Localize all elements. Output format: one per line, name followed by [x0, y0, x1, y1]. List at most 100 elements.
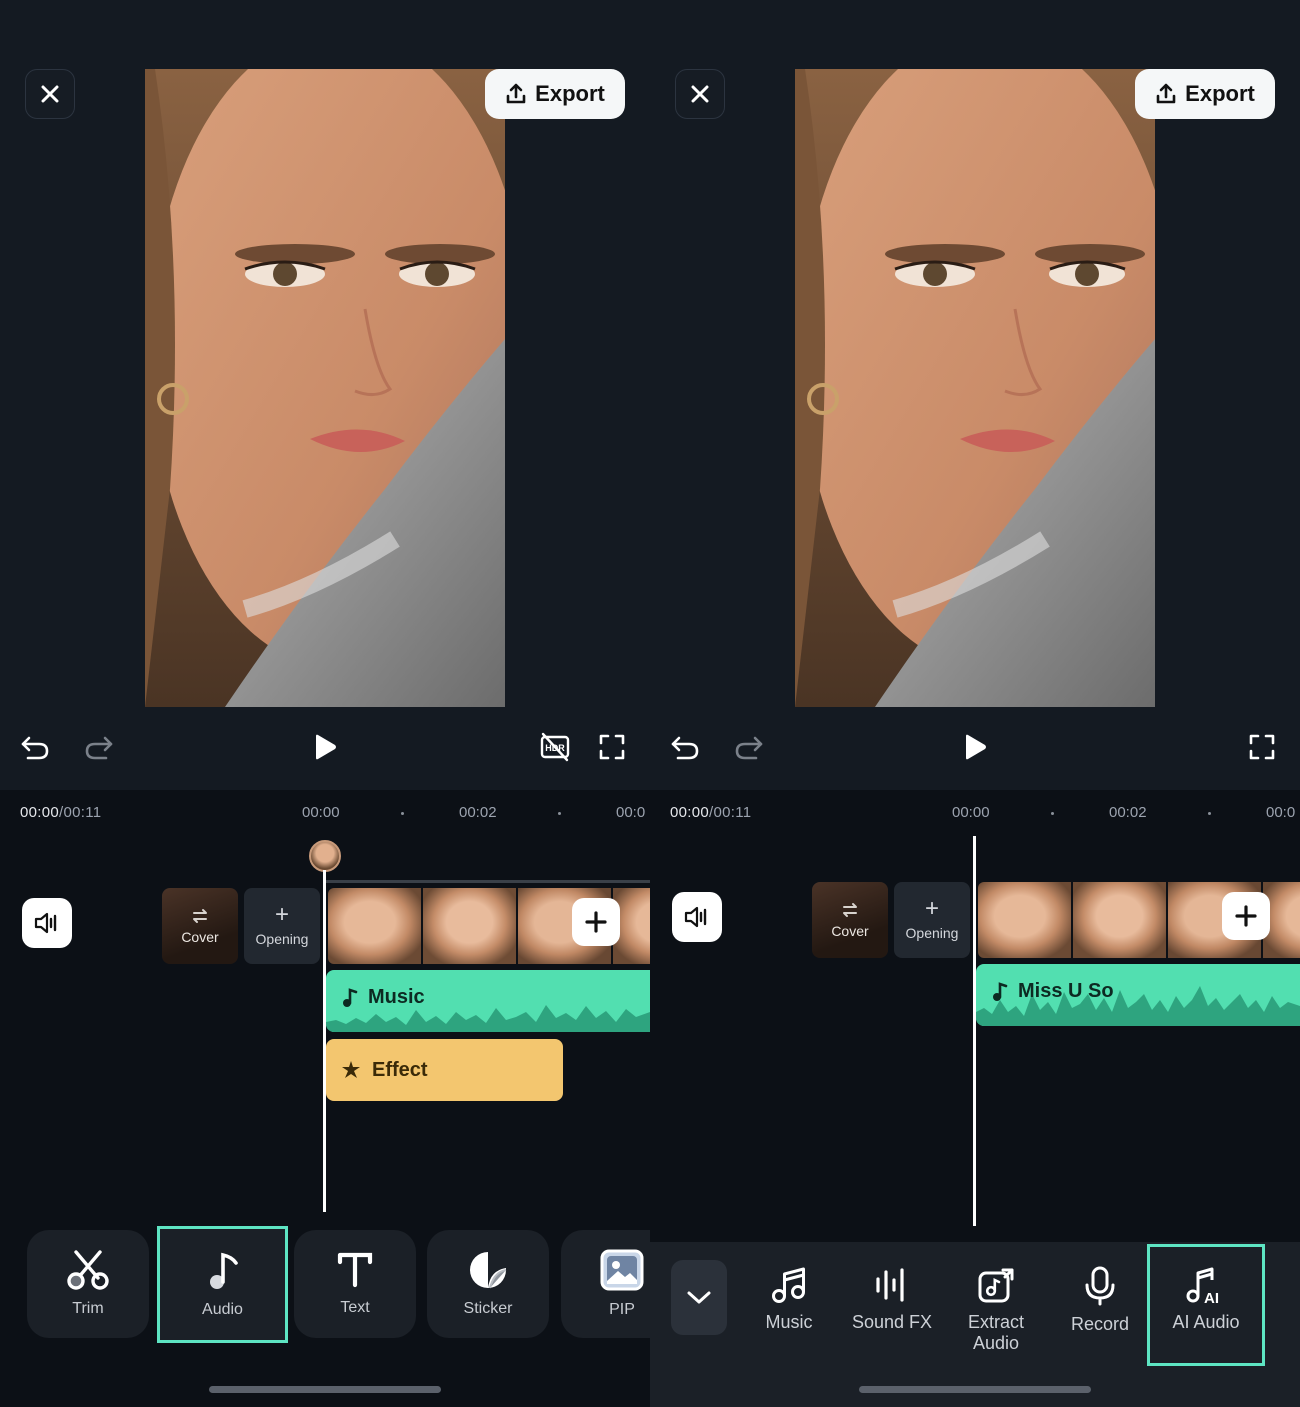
audio-tool-ai-audio[interactable]: AI AI Audio: [1147, 1244, 1265, 1366]
ruler-tick: 00:0: [616, 804, 646, 821]
playhead[interactable]: [973, 836, 976, 1226]
effect-track[interactable]: Effect: [326, 1039, 563, 1101]
play-button[interactable]: [306, 728, 344, 766]
add-clip-button[interactable]: [572, 898, 620, 946]
ai-audio-icon: AI: [1186, 1267, 1219, 1304]
video-frame-image: [145, 69, 505, 707]
close-icon: [691, 85, 709, 103]
undo-button[interactable]: [666, 728, 704, 766]
tool-trim[interactable]: Trim: [27, 1230, 149, 1338]
ruler-tick: 00:0: [1266, 804, 1296, 821]
plus-icon: +: [924, 895, 939, 922]
add-clip-button[interactable]: [1222, 892, 1270, 940]
mute-clip-audio-button[interactable]: [22, 898, 72, 948]
close-button[interactable]: [675, 69, 725, 119]
opening-button[interactable]: + Opening: [244, 888, 320, 964]
close-button[interactable]: [25, 69, 75, 119]
close-icon: [41, 85, 59, 103]
left-editor-screen: Export HDR 00:00/00:11 00:00 00:02 00:0: [0, 0, 650, 1407]
audio-toolbar: Music Sound FX Extract Audio Record AI A…: [650, 1242, 1300, 1407]
ruler-tick: 00:02: [1109, 804, 1147, 821]
microphone-icon: [1085, 1266, 1115, 1306]
tool-sticker[interactable]: Sticker: [427, 1230, 549, 1338]
ruler-tick: 00:00: [302, 804, 340, 821]
music-note-icon: [209, 1252, 238, 1289]
play-icon: [316, 734, 336, 760]
music-track-label-group: Music: [342, 986, 425, 1009]
svg-text:AI: AI: [1204, 1290, 1219, 1304]
main-toolbar: Trim Audio Text Sticker PIP: [0, 1212, 650, 1407]
tool-pip[interactable]: PIP: [561, 1230, 650, 1338]
export-button[interactable]: Export: [485, 69, 625, 119]
tool-label: Sticker: [463, 1300, 513, 1317]
opening-button[interactable]: + Opening: [894, 882, 970, 958]
ruler-dot: [558, 812, 561, 815]
home-indicator: [209, 1386, 441, 1393]
music-track-label: Miss U So: [1018, 980, 1114, 1002]
chevron-down-icon: [687, 1291, 711, 1303]
audio-tool-record[interactable]: Record: [1041, 1244, 1159, 1364]
right-editor-screen: Export 00:00/00:11 00:00 00:02 00:0 Cove…: [650, 0, 1300, 1407]
timeline[interactable]: 00:00/00:11 00:00 00:02 00:0 Cover + Ope…: [0, 790, 650, 1242]
video-frame-image: [795, 69, 1155, 707]
fullscreen-button[interactable]: [1243, 728, 1281, 766]
clip-thumbnail: [978, 882, 1073, 958]
timeline[interactable]: 00:00/00:11 00:00 00:02 00:0 Cover + Ope…: [650, 790, 1300, 1242]
video-preview[interactable]: [795, 69, 1155, 707]
text-icon: [337, 1252, 373, 1288]
undo-icon: [671, 736, 699, 760]
music-track[interactable]: Music: [326, 970, 650, 1032]
preview-area: Export HDR: [0, 0, 650, 790]
audio-tool-music[interactable]: Music: [730, 1244, 848, 1364]
audio-tool-label: Record: [1070, 1314, 1130, 1334]
swap-icon: [843, 902, 857, 917]
redo-button[interactable]: [80, 728, 118, 766]
export-button[interactable]: Export: [1135, 69, 1275, 119]
collapse-toolbar-button[interactable]: [671, 1260, 727, 1335]
ruler-dot: [1051, 812, 1054, 815]
mute-clip-audio-button[interactable]: [672, 892, 722, 942]
plus-icon: +: [274, 901, 289, 928]
export-icon: [506, 83, 526, 104]
music-track[interactable]: Miss U So: [976, 964, 1300, 1026]
redo-icon: [85, 736, 113, 760]
redo-button[interactable]: [730, 728, 768, 766]
cover-button[interactable]: Cover: [162, 888, 238, 964]
sticker-icon: [470, 1252, 507, 1289]
music-track-label: Music: [368, 986, 425, 1008]
audio-tool-label: Music: [765, 1312, 813, 1332]
preview-area: Export: [650, 0, 1300, 790]
opening-label: Opening: [255, 931, 309, 947]
cover-button[interactable]: Cover: [812, 882, 888, 958]
music-notes-icon: [772, 1267, 805, 1303]
playhead[interactable]: [323, 870, 326, 1212]
audio-tool-sound-fx[interactable]: Sound FX: [833, 1244, 951, 1364]
tool-audio[interactable]: Audio: [157, 1226, 288, 1343]
sound-fx-bars-icon: [876, 1268, 904, 1302]
music-note-icon: [343, 987, 358, 1007]
fullscreen-button[interactable]: [593, 728, 631, 766]
tool-label: Trim: [72, 1300, 104, 1317]
speaker-icon: [684, 906, 707, 928]
pip-image-icon: [600, 1249, 644, 1291]
ruler-dot: [401, 812, 404, 815]
video-preview[interactable]: [145, 69, 505, 707]
tool-text[interactable]: Text: [294, 1230, 416, 1338]
cover-label: Cover: [181, 928, 219, 945]
undo-button[interactable]: [16, 728, 54, 766]
audio-tool-extract-audio[interactable]: Extract Audio: [937, 1244, 1055, 1364]
music-note-icon: [993, 981, 1008, 1001]
playhead-thumbnail[interactable]: [309, 840, 341, 872]
redo-icon: [735, 736, 763, 760]
track-divider: [326, 880, 650, 883]
plus-icon: [585, 911, 607, 933]
play-icon: [966, 734, 986, 760]
ruler-tick: 00:00: [952, 804, 990, 821]
clip-thumbnail: [1073, 882, 1168, 958]
play-button[interactable]: [956, 728, 994, 766]
hdr-off-button[interactable]: HDR: [536, 728, 574, 766]
music-track-label-group: Miss U So: [992, 980, 1114, 1003]
ruler-dot: [1208, 812, 1211, 815]
export-icon: [1156, 83, 1176, 104]
audio-tool-label: Sound FX: [851, 1312, 933, 1332]
